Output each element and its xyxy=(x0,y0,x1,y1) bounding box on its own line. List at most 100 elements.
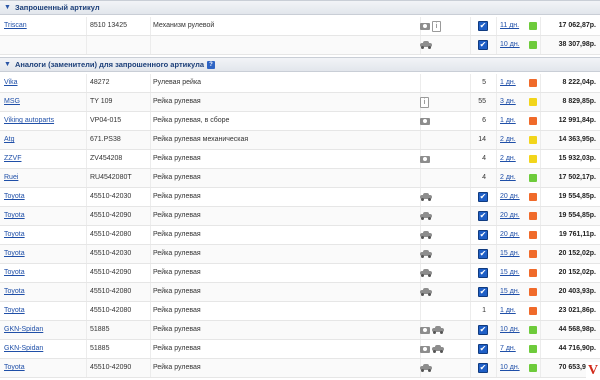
availability-indicator xyxy=(529,79,537,87)
delivery-days-link[interactable]: 3 дн. xyxy=(500,93,516,111)
delivery-days-link[interactable]: 15 дн. xyxy=(500,245,520,263)
price: 12 991,84р. xyxy=(558,117,596,124)
brand-link[interactable]: Toyota xyxy=(4,359,25,377)
car-icon[interactable] xyxy=(432,345,444,353)
availability-indicator xyxy=(529,307,537,315)
price: 44 716,90р. xyxy=(558,345,596,352)
delivery-days-link[interactable]: 1 дн. xyxy=(500,112,516,130)
brand-link[interactable]: Toyota xyxy=(4,264,25,282)
delivery-days-link[interactable]: 1 дн. xyxy=(500,74,516,92)
help-icon[interactable]: ? xyxy=(207,60,216,69)
delivery-days-link[interactable]: 11 дн. xyxy=(500,17,519,35)
camera-icon[interactable] xyxy=(420,345,430,353)
part-description: Рейка рулевая xyxy=(153,193,201,200)
car-icon[interactable] xyxy=(420,212,432,220)
car-icon[interactable] xyxy=(420,41,432,49)
brand-link[interactable]: Triscan xyxy=(4,17,27,35)
brand-link[interactable]: GKN-Spidan xyxy=(4,321,43,339)
select-checkbox[interactable]: ✔ xyxy=(478,40,488,50)
select-checkbox[interactable]: ✔ xyxy=(478,325,488,335)
article-number: 48272 xyxy=(90,79,110,86)
info-icon[interactable]: i xyxy=(420,96,429,108)
table-row: Atg 671.PS38 Рейка рулевая механическая 14 2… xyxy=(0,131,600,150)
availability-indicator xyxy=(529,136,537,144)
car-icon[interactable] xyxy=(420,269,432,277)
collapse-arrow-icon[interactable]: ▼ xyxy=(4,4,11,11)
part-description: Рейка рулевая xyxy=(153,174,201,181)
brand-link[interactable]: Toyota xyxy=(4,226,25,244)
brand-link[interactable]: Ruei xyxy=(4,169,18,187)
select-checkbox[interactable]: ✔ xyxy=(478,21,488,31)
delivery-days-link[interactable]: 10 дн. xyxy=(500,359,520,377)
price: 14 363,95р. xyxy=(558,136,596,143)
delivery-days-link[interactable]: 20 дн. xyxy=(500,207,520,225)
car-icon[interactable] xyxy=(420,364,432,372)
brand-link[interactable]: ZZVF xyxy=(4,150,22,168)
car-icon[interactable] xyxy=(420,288,432,296)
brand-link[interactable]: GKN-Spidan xyxy=(4,340,43,358)
brand-link[interactable]: Toyota xyxy=(4,188,25,206)
price: 38 307,98р. xyxy=(558,41,596,48)
row-icons xyxy=(420,245,470,263)
delivery-days-link[interactable]: 20 дн. xyxy=(500,188,520,206)
camera-icon[interactable] xyxy=(420,155,430,163)
row-icons xyxy=(420,188,470,206)
select-checkbox[interactable]: ✔ xyxy=(478,249,488,259)
price: 17 502,17р. xyxy=(558,174,596,181)
availability-indicator xyxy=(529,250,537,258)
article-number: TY 109 xyxy=(90,98,113,105)
delivery-days-link[interactable]: 2 дн. xyxy=(500,169,516,187)
brand-link[interactable]: MSG xyxy=(4,93,20,111)
select-checkbox[interactable]: ✔ xyxy=(478,268,488,278)
car-icon[interactable] xyxy=(420,193,432,201)
brand-link[interactable]: Toyota xyxy=(4,283,25,301)
article-number: 45510-42090 xyxy=(90,364,132,371)
availability-indicator xyxy=(529,326,537,334)
camera-icon[interactable] xyxy=(420,117,430,125)
select-checkbox[interactable]: ✔ xyxy=(478,344,488,354)
delivery-days-link[interactable]: 7 дн. xyxy=(500,340,516,358)
brand-link[interactable]: Toyota xyxy=(4,245,25,263)
select-checkbox[interactable]: ✔ xyxy=(478,211,488,221)
brand-link[interactable]: Atg xyxy=(4,131,15,149)
table-row: Viking autoparts VP04-015 Рейка рулевая, в… xyxy=(0,112,600,131)
price: 19 761,11р. xyxy=(559,231,596,238)
article-number: 45510-42080 xyxy=(90,307,132,314)
car-icon[interactable] xyxy=(420,231,432,239)
article-number: 45510-42030 xyxy=(90,250,132,257)
stock-quantity: 6 xyxy=(482,117,486,124)
delivery-days-link[interactable]: 2 дн. xyxy=(500,131,516,149)
brand-link[interactable]: Toyota xyxy=(4,207,25,225)
availability-indicator xyxy=(529,269,537,277)
select-checkbox[interactable]: ✔ xyxy=(478,287,488,297)
table-row: Toyota 45510-42090 Рейка рулевая ✔ 10 дн. 70 … xyxy=(0,359,600,378)
collapse-arrow-icon[interactable]: ▼ xyxy=(4,61,11,68)
car-icon[interactable] xyxy=(432,326,444,334)
availability-indicator xyxy=(529,22,537,30)
info-icon[interactable]: i xyxy=(432,20,441,32)
part-description: Рулевая рейка xyxy=(153,79,202,86)
delivery-days-link[interactable]: 10 дн. xyxy=(500,321,520,339)
select-checkbox[interactable]: ✔ xyxy=(478,230,488,240)
delivery-days-link[interactable]: 1 дн. xyxy=(500,302,516,320)
brand-link[interactable]: Toyota xyxy=(4,302,25,320)
select-checkbox[interactable]: ✔ xyxy=(478,192,488,202)
brand-link[interactable]: Viking autoparts xyxy=(4,112,54,130)
camera-icon[interactable] xyxy=(420,22,430,30)
delivery-days-link[interactable]: 2 дн. xyxy=(500,150,516,168)
availability-indicator xyxy=(529,98,537,106)
camera-icon[interactable] xyxy=(420,326,430,334)
part-description: Рейка рулевая xyxy=(153,98,201,105)
table-row: GKN-Spidan 51885 Рейка рулевая ✔ 7 дн. 44 716… xyxy=(0,340,600,359)
select-checkbox[interactable]: ✔ xyxy=(478,363,488,373)
delivery-days-link[interactable]: 15 дн. xyxy=(500,283,520,301)
table-row: Toyota 45510-42080 Рейка рулевая 1 1 дн. 23 0… xyxy=(0,302,600,321)
car-icon[interactable] xyxy=(420,250,432,258)
delivery-days-link[interactable]: 10 дн. xyxy=(500,36,520,54)
availability-indicator xyxy=(529,212,537,220)
delivery-days-link[interactable]: 15 дн. xyxy=(500,264,520,282)
table-row: MSG TY 109 Рейка рулевая i 55 3 дн. 8 829,85р. xyxy=(0,93,600,112)
delivery-days-link[interactable]: 20 дн. xyxy=(500,226,520,244)
row-icons xyxy=(420,283,470,301)
brand-link[interactable]: Vika xyxy=(4,74,18,92)
